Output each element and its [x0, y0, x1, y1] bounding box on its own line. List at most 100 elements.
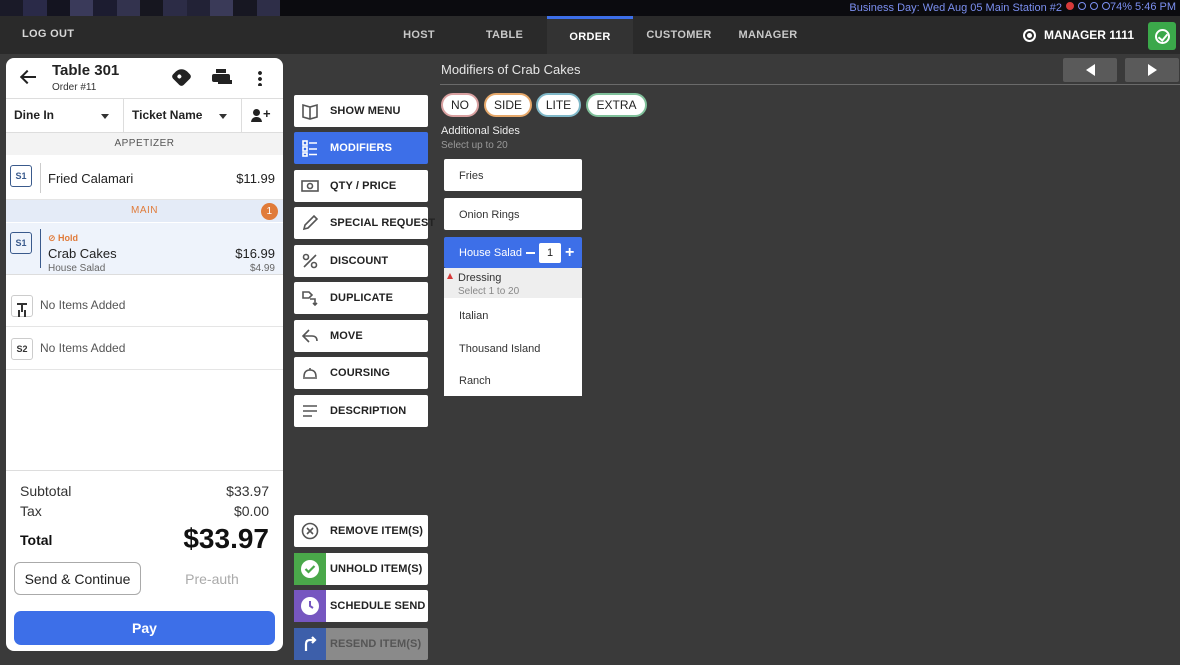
item-price: $16.99: [235, 246, 275, 261]
tax-line: Tax $0.00: [20, 503, 269, 519]
show-menu-button[interactable]: SHOW MENU: [294, 95, 428, 127]
percent-icon: [302, 253, 318, 269]
order-number: Order #11: [52, 82, 97, 93]
show-menu-label: SHOW MENU: [330, 105, 401, 117]
discount-label: DISCOUNT: [330, 255, 389, 267]
description-button[interactable]: DESCRIPTION: [294, 395, 428, 427]
divider: [40, 229, 41, 268]
seat-s2-row[interactable]: S2 No Items Added: [6, 327, 283, 370]
modifier-prefix-extra[interactable]: EXTRA: [586, 93, 647, 117]
item-name: Crab Cakes: [48, 246, 117, 261]
caret-left-icon: [1085, 64, 1095, 76]
modifiers-label: MODIFIERS: [330, 142, 393, 154]
sync-status-icon: [1090, 2, 1098, 10]
alert-icon: [1066, 2, 1074, 10]
sub-option-italian[interactable]: Italian: [459, 310, 488, 322]
preauth-button[interactable]: Pre-auth: [156, 562, 268, 595]
unhold-items-label: UNHOLD ITEM(S): [330, 563, 423, 575]
clock: 5:46 PM: [1135, 1, 1176, 13]
seat-badge: S1: [10, 232, 32, 254]
remove-items-button[interactable]: REMOVE ITEM(S): [294, 515, 428, 547]
seat-table-row[interactable]: No Items Added: [6, 284, 283, 327]
top-navigation: LOG OUT HOST TABLE ORDER CUSTOMER MANAGE…: [0, 16, 1180, 54]
modifiers-button[interactable]: MODIFIERS: [294, 132, 428, 164]
next-item-button[interactable]: [1125, 58, 1179, 82]
duplicate-icon: [302, 291, 318, 307]
ticket-header: Table 301 Order #11: [6, 58, 283, 98]
modifier-option-onion-rings[interactable]: Onion Rings: [444, 198, 582, 230]
ticket-name-value: Ticket Name: [132, 108, 203, 122]
sub-option-thousand-island[interactable]: Thousand Island: [459, 343, 540, 355]
resend-items-button[interactable]: RESEND ITEM(S): [294, 628, 428, 660]
add-customer-icon[interactable]: [251, 106, 271, 123]
category-label: MAIN: [131, 205, 158, 216]
move-arrow-icon: [301, 329, 318, 343]
cash-icon: [301, 180, 319, 192]
totals-section: Subtotal $33.97 Tax $0.00 Total $33.97: [6, 470, 283, 554]
table-title: Table 301: [52, 62, 120, 79]
move-button[interactable]: MOVE: [294, 320, 428, 352]
special-request-label: SPECIAL REQUEST: [330, 217, 436, 229]
sync-button[interactable]: [1148, 22, 1176, 50]
caret-right-icon: [1147, 64, 1157, 76]
duplicate-button[interactable]: DUPLICATE: [294, 282, 428, 314]
subtotal-label: Subtotal: [20, 483, 72, 499]
printer-icon[interactable]: [212, 69, 230, 85]
list-icon: [302, 140, 317, 157]
prev-item-button[interactable]: [1063, 58, 1117, 82]
modifier-quantity[interactable]: 1: [539, 243, 561, 263]
tab-manager[interactable]: MANAGER: [725, 16, 811, 54]
tab-order[interactable]: ORDER: [547, 16, 633, 54]
logout-button[interactable]: LOG OUT: [22, 28, 74, 40]
tag-icon[interactable]: [170, 65, 193, 88]
modifier-option-house-salad[interactable]: House Salad 1 +: [444, 237, 582, 268]
modifier-option-fries[interactable]: Fries: [444, 159, 582, 191]
modifier-group-rule: Select up to 20: [441, 140, 508, 151]
ticket-item[interactable]: S1 Fried Calamari $11.99: [6, 157, 283, 200]
tab-host[interactable]: HOST: [376, 16, 462, 54]
business-day-info: Business Day: Wed Aug 05 Main Station #2: [849, 2, 1062, 14]
more-options-icon[interactable]: [258, 70, 262, 86]
modifier-prefix-side[interactable]: SIDE: [484, 93, 532, 117]
category-header-main: MAIN 1: [6, 200, 283, 222]
pay-button[interactable]: Pay: [14, 611, 275, 645]
tax-value: $0.00: [233, 503, 269, 519]
modifier-prefix-lite[interactable]: LITE: [536, 93, 581, 117]
empty-seat-text: No Items Added: [40, 341, 126, 355]
sub-option-ranch[interactable]: Ranch: [459, 375, 491, 387]
remove-items-label: REMOVE ITEM(S): [330, 525, 424, 537]
book-icon: [302, 103, 318, 120]
qty-price-button[interactable]: QTY / PRICE: [294, 170, 428, 202]
order-ticket: Table 301 Order #11 Dine In Ticket Name …: [6, 58, 283, 651]
modifier-name: House Salad: [48, 263, 106, 274]
chevron-down-icon: [219, 114, 227, 119]
service-type-dropdown[interactable]: Dine In: [6, 99, 124, 132]
sub-modifier-group-name: Dressing: [458, 272, 502, 284]
grand-total: $33.97: [183, 523, 269, 554]
back-arrow-icon[interactable]: [20, 70, 38, 84]
status-icons: [1066, 2, 1110, 10]
tab-customer[interactable]: CUSTOMER: [633, 16, 725, 54]
special-request-button[interactable]: SPECIAL REQUEST: [294, 207, 435, 239]
coursing-button[interactable]: COURSING: [294, 357, 428, 389]
current-user[interactable]: MANAGER 1111: [1022, 28, 1134, 42]
divider: [440, 84, 1180, 85]
hold-status: ⊘ Hold: [48, 233, 79, 243]
modifier-prefix-no[interactable]: NO: [441, 93, 479, 117]
decrement-button[interactable]: [526, 252, 535, 254]
ticket-item-selected[interactable]: S1 ⊘ Hold Crab Cakes $16.99 House Salad …: [6, 223, 283, 275]
discount-button[interactable]: DISCOUNT: [294, 245, 428, 277]
hold-label: Hold: [58, 233, 79, 243]
chevron-down-icon: [101, 114, 109, 119]
unhold-items-button[interactable]: UNHOLD ITEM(S): [294, 553, 428, 585]
schedule-send-button[interactable]: SCHEDULE SEND: [294, 590, 428, 622]
divider: [40, 163, 41, 193]
qty-price-label: QTY / PRICE: [330, 180, 397, 192]
subtotal-value: $33.97: [226, 483, 269, 499]
item-name: Fried Calamari: [48, 171, 134, 186]
send-continue-button[interactable]: Send & Continue: [14, 562, 141, 595]
remove-circle-icon: [301, 522, 319, 540]
increment-button[interactable]: +: [565, 243, 577, 263]
ticket-name-dropdown[interactable]: Ticket Name: [124, 99, 242, 132]
tab-table[interactable]: TABLE: [462, 16, 547, 54]
